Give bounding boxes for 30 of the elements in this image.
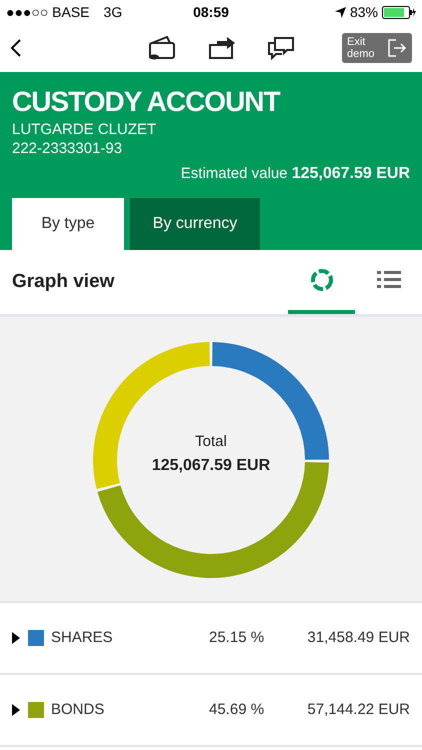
account-title: CUSTODY ACCOUNT [12,86,282,118]
location-icon [334,6,346,18]
chat-icon[interactable] [267,35,295,61]
tab[interactable]: By currency [130,198,260,250]
category-name: SHARES [51,628,114,648]
tab[interactable]: By type [12,198,124,250]
category-percent: 25.15 % [209,628,266,648]
category-percent: 45.69 % [209,700,266,720]
account-number: 222-2333301-93 [12,139,124,158]
battery-icon [382,6,416,18]
battery-percent: 83% [350,2,378,22]
network-text: 3G [104,2,122,22]
clock-text: 08:59 [193,2,229,22]
expand-icon[interactable] [12,704,20,716]
category-amount: 57,144.22 EUR [307,700,410,720]
view-title: Graph view [12,270,116,294]
carrier-text: ●●●○○ BASE [6,2,90,22]
wallet-icon[interactable] [147,35,177,61]
category-amount: 31,458.49 EUR [307,628,410,648]
exit-icon [387,38,407,58]
donut-icon [310,268,334,292]
total-label: Total [195,432,227,452]
total-value: 125,067.59 EUR [152,456,270,476]
expand-icon[interactable] [12,632,20,644]
estimated-value: Estimated value 125,067.59 EUR [180,164,410,184]
account-holder: LUTGARDE CLUZET [12,120,158,139]
list-icon [376,270,400,290]
category-name: BONDS [51,700,106,720]
transfer-icon[interactable] [207,35,237,61]
exit-demo-button[interactable]: Exit demo [342,33,412,63]
